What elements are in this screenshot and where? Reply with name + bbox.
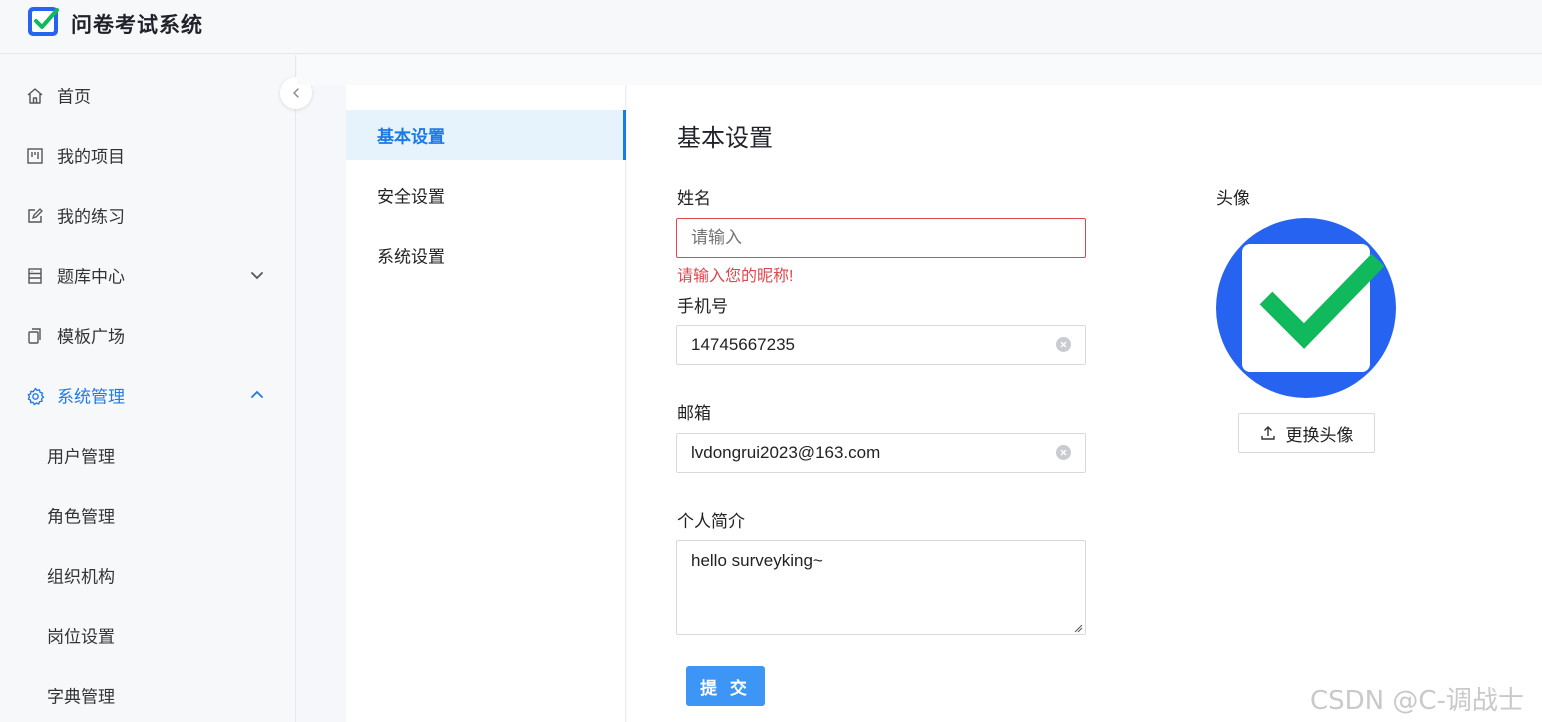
- sidebar-item-label: 题库中心: [57, 267, 125, 287]
- settings-nav-label: 基本设置: [377, 127, 445, 147]
- name-input[interactable]: [676, 218, 1086, 258]
- sidebar-subitem-organization[interactable]: 组织机构: [0, 545, 295, 605]
- sidebar-item-my-practice[interactable]: 我的练习: [0, 185, 295, 245]
- watermark: CSDN @C-调战士: [1310, 686, 1524, 716]
- resize-grip-icon[interactable]: [1073, 623, 1083, 633]
- sidebar-item-label: 我的练习: [57, 207, 125, 227]
- sidebar-item-template-square[interactable]: 模板广场: [0, 305, 295, 365]
- settings-nav-basic[interactable]: 基本设置: [346, 110, 626, 160]
- sidebar-item-home[interactable]: 首页: [0, 65, 295, 125]
- name-label: 姓名: [677, 189, 711, 208]
- sidebar: 首页 我的项目 我的练习 题库中心 模板广场 系统管理 用户管理 角色管理 组织…: [0, 55, 296, 722]
- chevron-down-icon: [251, 272, 263, 280]
- chevron-left-icon: [293, 88, 299, 98]
- bio-value: hello surveyking~: [691, 551, 823, 570]
- sidebar-subitem-label: 角色管理: [47, 507, 115, 527]
- question-bank-icon: [25, 266, 45, 286]
- sidebar-subitem-dictionary[interactable]: 字典管理: [0, 665, 295, 722]
- email-value: lvdongrui2023@163.com: [691, 443, 881, 462]
- submit-button[interactable]: 提 交: [686, 666, 765, 706]
- settings-nav: 基本设置 安全设置 系统设置: [346, 85, 626, 722]
- sidebar-item-label: 模板广场: [57, 327, 125, 347]
- sidebar-subitem-label: 用户管理: [47, 447, 115, 467]
- phone-label: 手机号: [677, 297, 728, 316]
- sidebar-subitem-user-management[interactable]: 用户管理: [0, 425, 295, 485]
- page-title: 基本设置: [677, 125, 773, 152]
- phone-value: 14745667235: [691, 335, 796, 354]
- upload-icon: [1260, 426, 1275, 440]
- sidebar-subitem-label: 字典管理: [47, 687, 115, 707]
- sidebar-subitem-role-management[interactable]: 角色管理: [0, 485, 295, 545]
- app-logo-icon: [28, 7, 59, 36]
- sidebar-item-label: 系统管理: [57, 387, 125, 407]
- home-icon: [25, 86, 45, 106]
- name-error-message: 请输入您的昵称!: [677, 268, 794, 285]
- change-avatar-label: 更换头像: [1285, 425, 1354, 445]
- sidebar-subitem-label: 组织机构: [47, 567, 115, 587]
- sidebar-subitem-label: 岗位设置: [47, 627, 115, 647]
- main-header-strip: [297, 55, 1542, 85]
- email-clear-icon[interactable]: [1056, 445, 1071, 460]
- settings-nav-label: 系统设置: [377, 247, 445, 267]
- sidebar-item-label: 我的项目: [57, 147, 125, 167]
- bio-label: 个人简介: [677, 512, 745, 531]
- project-board-icon: [25, 146, 45, 166]
- sidebar-item-system-management[interactable]: 系统管理: [0, 365, 295, 425]
- app-title: 问卷考试系统: [71, 14, 203, 37]
- template-copy-icon: [25, 326, 45, 346]
- settings-nav-system[interactable]: 系统设置: [346, 230, 626, 280]
- settings-nav-security[interactable]: 安全设置: [346, 170, 626, 220]
- sidebar-item-label: 首页: [57, 87, 91, 107]
- sidebar-subitem-positions[interactable]: 岗位设置: [0, 605, 295, 665]
- settings-nav-label: 安全设置: [377, 187, 445, 207]
- chevron-up-icon: [251, 390, 263, 398]
- avatar-image: [1216, 218, 1396, 398]
- edit-icon: [25, 206, 45, 226]
- change-avatar-button[interactable]: 更换头像: [1238, 413, 1375, 453]
- email-label: 邮箱: [677, 404, 711, 423]
- top-bar: 问卷考试系统: [0, 0, 1542, 54]
- avatar-label: 头像: [1216, 189, 1250, 208]
- sidebar-item-question-bank[interactable]: 题库中心: [0, 245, 295, 305]
- gear-icon: [25, 386, 45, 406]
- sidebar-item-my-projects[interactable]: 我的项目: [0, 125, 295, 185]
- phone-clear-icon[interactable]: [1056, 337, 1071, 352]
